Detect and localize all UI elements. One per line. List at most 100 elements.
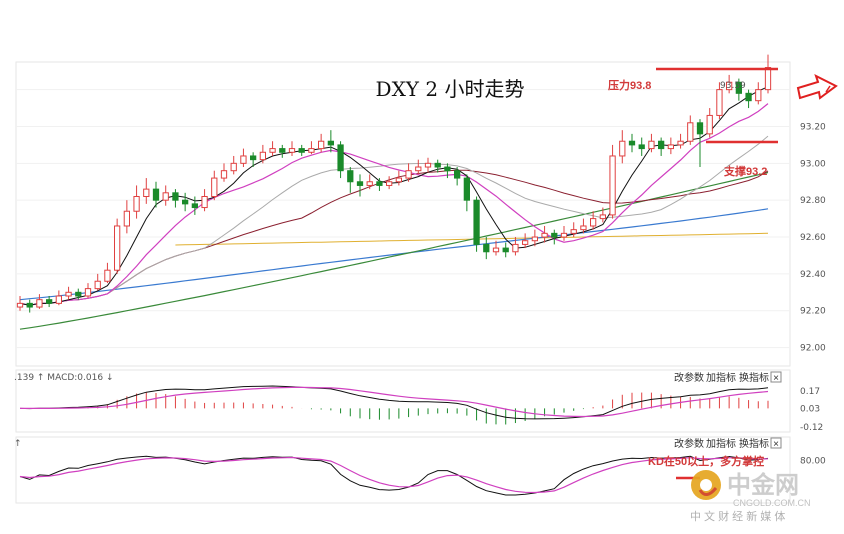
chart-canvas: 93.4093.2093.0092.8092.6092.4092.2092.00… — [14, 54, 838, 523]
candle — [619, 140, 626, 157]
candle — [716, 89, 723, 116]
main-y-tick-label: 92.00 — [800, 344, 826, 354]
candle — [628, 140, 636, 146]
candle — [366, 181, 373, 186]
candle — [191, 203, 198, 209]
candle — [677, 140, 684, 146]
candle — [395, 177, 402, 183]
main-y-tick-label: 92.80 — [800, 196, 826, 206]
candle — [288, 148, 296, 153]
candle — [570, 229, 577, 234]
candle — [560, 232, 568, 238]
candle — [279, 148, 286, 153]
kd-y-axis: 80.00 — [800, 457, 826, 467]
macd-add-indicator-button[interactable]: 加指标 — [706, 371, 736, 384]
main-y-tick-label: 93.20 — [800, 122, 826, 132]
candle — [94, 280, 101, 290]
candle — [259, 151, 266, 161]
macd-close-glyph: × — [773, 373, 779, 384]
candle — [376, 181, 383, 186]
watermark: 中金网 CNGOLD.COM.CN 中 文 财 经 新 媒 体 — [690, 470, 811, 523]
candle — [26, 302, 33, 308]
candle — [706, 114, 713, 135]
candle — [463, 177, 470, 201]
candle — [337, 144, 344, 172]
candle — [424, 162, 432, 168]
main-y-axis: 93.4093.2093.0092.8092.6092.4092.2092.00 — [800, 86, 826, 354]
candle — [36, 299, 43, 308]
candle — [211, 177, 218, 197]
candle — [152, 188, 160, 201]
candle — [182, 199, 189, 205]
macd-y-tick-label: 0.03 — [800, 404, 820, 414]
candle — [114, 225, 121, 271]
candle — [580, 225, 587, 231]
resistance-label: 压力93.8 — [608, 78, 651, 92]
candle — [599, 214, 606, 220]
main-y-tick-label: 93.00 — [800, 159, 826, 169]
candle — [250, 155, 257, 161]
candle — [638, 144, 645, 150]
candle — [551, 232, 558, 238]
candle — [240, 155, 247, 164]
main-y-tick-label: 92.60 — [800, 233, 826, 243]
candle — [104, 269, 111, 282]
watermark-logo-center — [700, 479, 712, 491]
main-y-tick-label: 92.20 — [800, 307, 826, 317]
candle — [745, 92, 752, 102]
candle — [609, 155, 616, 216]
watermark-brand: 中金网 — [727, 471, 799, 499]
kd-y-tick-label: 80.00 — [800, 457, 826, 467]
candle — [755, 89, 762, 102]
candle — [220, 170, 228, 179]
candle — [405, 170, 412, 179]
support-label: 支撑93.2 — [723, 164, 767, 178]
candle — [502, 247, 509, 253]
kd-add-indicator-button[interactable]: 加指标 — [706, 437, 736, 450]
candle — [162, 192, 169, 201]
candle — [65, 291, 72, 297]
watermark-slogan: 中 文 财 经 新 媒 体 — [690, 509, 785, 523]
candle — [687, 122, 694, 142]
candle — [308, 148, 315, 153]
macd-y-tick-label: 0.17 — [800, 387, 820, 397]
candle — [541, 232, 548, 238]
candle — [201, 195, 208, 209]
macd-header: .139 ↑ MACD:0.016 ↓ — [14, 373, 113, 383]
candle — [55, 295, 62, 304]
candle — [444, 166, 451, 172]
candle — [434, 162, 441, 168]
kd-edit-params-button[interactable]: 改参数 — [674, 437, 704, 450]
candle — [454, 170, 461, 179]
macd-y-axis: 0.17 0.03 -0.12 — [800, 387, 823, 433]
macd-switch-indicator-button[interactable]: 换指标 — [739, 371, 769, 384]
candle — [84, 288, 92, 297]
candle — [298, 148, 305, 153]
candle — [46, 299, 53, 304]
candle — [347, 170, 354, 183]
macd-edit-params-button[interactable]: 改参数 — [674, 371, 704, 384]
candle — [123, 210, 130, 227]
chart-title: DXY 2 小时走势 — [376, 77, 525, 101]
candle — [667, 144, 674, 150]
candle — [658, 140, 665, 150]
candle — [764, 67, 772, 91]
candle — [522, 240, 529, 245]
kd-controls: 改参数 加指标 换指标 × — [674, 437, 782, 450]
high-price-label: 93.59 — [720, 81, 746, 91]
candle — [531, 236, 538, 242]
kd-annotation: KD在50以上，多方掌控 — [648, 454, 764, 468]
watermark-site: CNGOLD.COM.CN — [733, 498, 811, 508]
candle — [269, 148, 276, 153]
candle — [75, 291, 82, 297]
main-panel — [15, 61, 791, 367]
candle — [230, 162, 237, 172]
kd-close-glyph: × — [773, 439, 779, 450]
kd-switch-indicator-button[interactable]: 换指标 — [739, 437, 769, 450]
candle — [492, 247, 500, 253]
kd-header-marker: ↑ — [14, 439, 22, 449]
candle — [512, 243, 519, 253]
candle — [473, 199, 480, 245]
main-y-tick-label: 92.40 — [800, 270, 826, 280]
macd-y-tick-label: -0.12 — [800, 423, 823, 433]
